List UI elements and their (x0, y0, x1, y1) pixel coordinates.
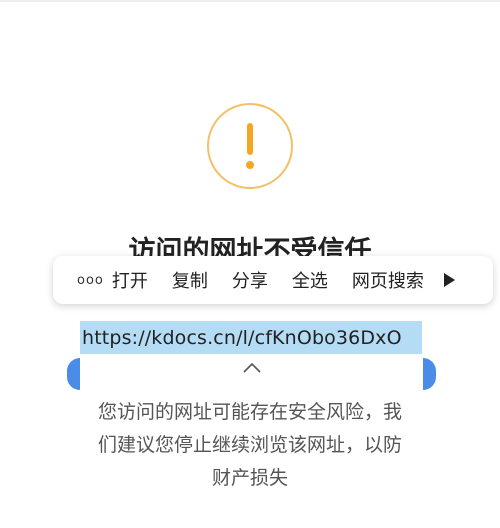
description-line-2: 们建议您停止继续浏览该网址，以防 (97, 434, 402, 456)
text-selection-menu: ooo 打开 复制 分享 全选 网页搜索 (53, 256, 493, 304)
description-line-1: 您访问的网址可能存在安全风险，我 (97, 401, 402, 423)
menu-item-select-all[interactable]: 全选 (292, 267, 328, 293)
selection-handle-end[interactable] (423, 358, 436, 390)
url-text[interactable]: https://kdocs.cn/l/cfKnObo36DxO (82, 325, 402, 351)
exclamation-icon (246, 123, 254, 169)
menu-item-open[interactable]: 打开 (112, 267, 148, 293)
menu-item-web-search[interactable]: 网页搜索 (352, 267, 424, 293)
description-line-3: 财产损失 (211, 467, 288, 489)
menu-item-share[interactable]: 分享 (232, 267, 268, 293)
risk-description: 您访问的网址可能存在安全风险，我 们建议您停止继续浏览该网址，以防 财产损失 (70, 396, 430, 495)
top-divider (0, 0, 500, 2)
more-dots-icon[interactable]: ooo (77, 273, 104, 288)
warning-icon (207, 103, 293, 189)
menu-item-copy[interactable]: 复制 (172, 267, 208, 293)
chevron-up-icon[interactable] (241, 360, 263, 374)
arrow-right-icon[interactable] (443, 273, 455, 287)
selection-handle-start[interactable] (67, 358, 80, 390)
page: 访问的网址不受信任 ooo 打开 复制 分享 全选 网页搜索 https://k… (0, 0, 500, 528)
